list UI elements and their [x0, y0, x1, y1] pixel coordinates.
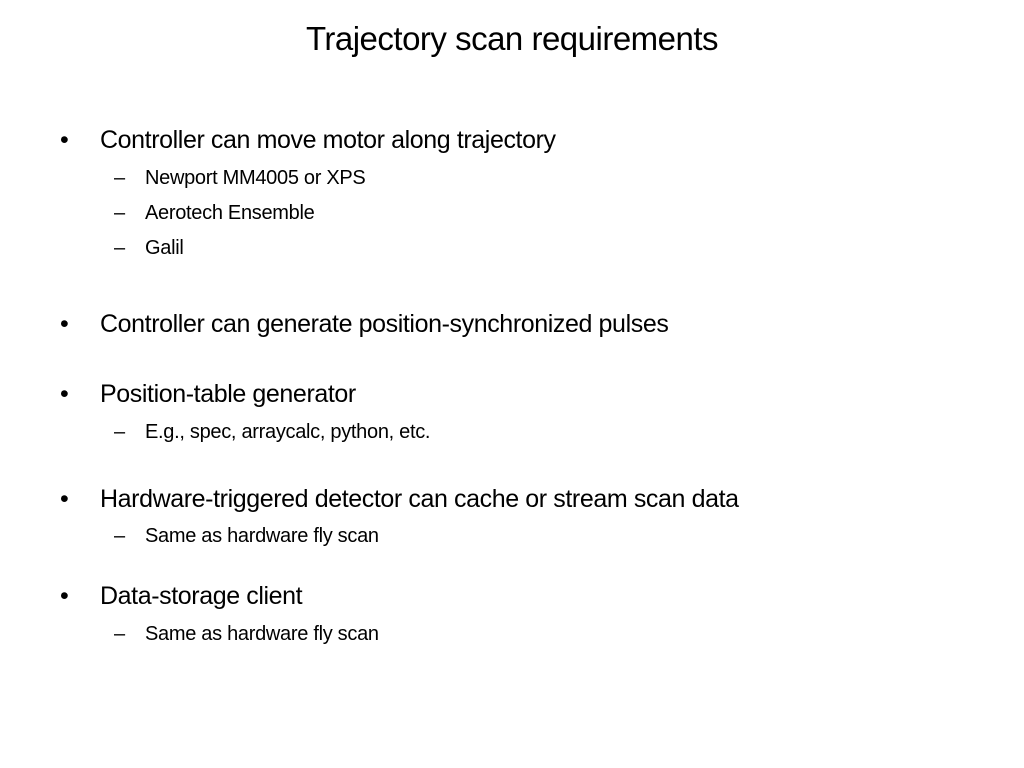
bullet-icon: • [60, 485, 69, 513]
sub-bullet-text: Aerotech Ensemble [145, 202, 315, 224]
bullet-icon: • [60, 582, 69, 610]
sub-bullet-text: Newport MM4005 or XPS [145, 167, 366, 189]
bullet-text: Hardware-triggered detector can cache or… [100, 485, 739, 513]
dash-icon: – [114, 525, 125, 547]
sub-bullet-text: Galil [145, 237, 184, 259]
bullet-item: • Controller can move motor along trajec… [60, 126, 556, 155]
sub-bullet-text: Same as hardware fly scan [145, 623, 379, 645]
sub-bullet-item: – Aerotech Ensemble [114, 202, 315, 225]
dash-icon: – [114, 202, 125, 224]
bullet-item: • Position-table generator [60, 380, 356, 409]
sub-bullet-text: E.g., spec, arraycalc, python, etc. [145, 421, 431, 443]
sub-bullet-item: – Same as hardware fly scan [114, 623, 379, 646]
bullet-text: Data-storage client [100, 582, 303, 610]
bullet-icon: • [60, 380, 69, 408]
sub-bullet-text: Same as hardware fly scan [145, 525, 379, 547]
sub-bullet-item: – Galil [114, 237, 184, 260]
dash-icon: – [114, 421, 125, 443]
bullet-text: Controller can move motor along trajecto… [100, 126, 556, 154]
dash-icon: – [114, 623, 125, 645]
bullet-icon: • [60, 310, 69, 338]
bullet-text: Controller can generate position-synchro… [100, 310, 669, 338]
bullet-icon: • [60, 126, 69, 154]
bullet-text: Position-table generator [100, 380, 356, 408]
bullet-item: • Hardware-triggered detector can cache … [60, 485, 739, 514]
bullet-item: • Controller can generate position-synch… [60, 310, 669, 339]
sub-bullet-item: – Same as hardware fly scan [114, 525, 379, 548]
bullet-item: • Data-storage client [60, 582, 303, 611]
sub-bullet-item: – E.g., spec, arraycalc, python, etc. [114, 421, 431, 444]
dash-icon: – [114, 237, 125, 259]
dash-icon: – [114, 167, 125, 189]
slide-title: Trajectory scan requirements [305, 20, 719, 57]
sub-bullet-item: – Newport MM4005 or XPS [114, 167, 366, 190]
